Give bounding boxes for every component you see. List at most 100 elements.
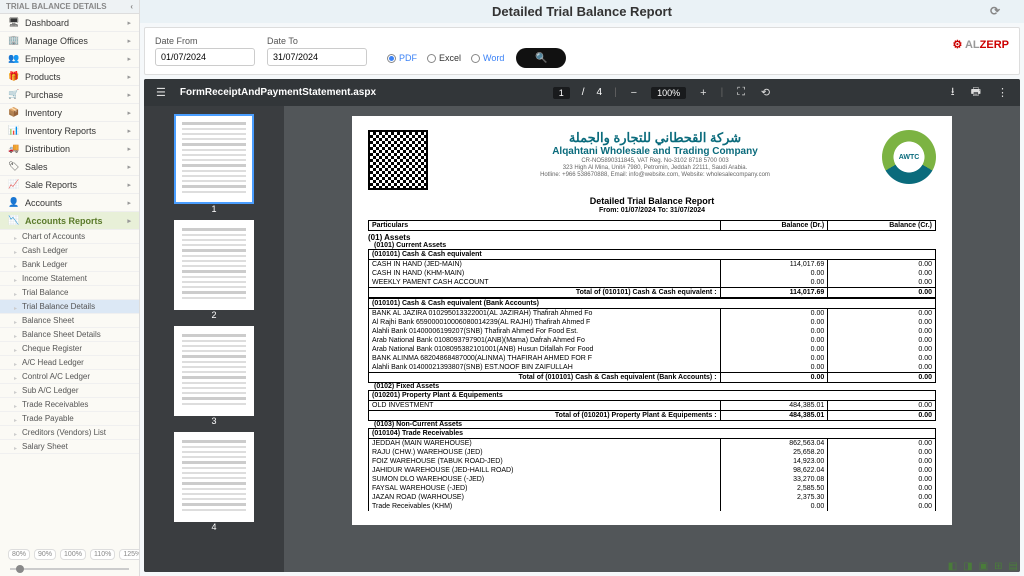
sidebar-sub-trial-balance-details[interactable]: ▸Trial Balance Details [0, 300, 139, 314]
radio-pdf[interactable]: PDF [387, 53, 417, 63]
sidebar-item-accounts[interactable]: 👤Accounts▸ [0, 194, 139, 212]
sidebar-sub-chart-of-accounts[interactable]: ▸Chart of Accounts [0, 230, 139, 244]
chevron-right-icon: ▸ [127, 145, 131, 153]
sidebar-sub-cash-ledger[interactable]: ▸Cash Ledger [0, 244, 139, 258]
sidebar-item-accounts-reports[interactable]: 📉Accounts Reports▸ [0, 212, 139, 230]
table-row: FOIZ WAREHOUSE (TABUK ROAD-JED)14,923.00… [369, 457, 936, 466]
bullet-icon: ▸ [14, 375, 18, 379]
brand-logo: ⚙ ALZERP [952, 38, 1009, 51]
sidebar-sub-trade-receivables[interactable]: ▸Trade Receivables [0, 398, 139, 412]
zoom-preset[interactable]: 80% [8, 549, 30, 560]
chevron-right-icon: ▸ [127, 91, 131, 99]
filter-bar: Date From Date To PDF Excel Word 🔍 ⚙ ALZ… [144, 27, 1020, 75]
thumbnail-label: 2 [174, 310, 254, 320]
table-row: Trade Receivables (KHM)0.000.00 [369, 502, 936, 511]
sidebar-sub-income-statement[interactable]: ▸Income Statement [0, 272, 139, 286]
table-row: JAHIDUR WAREHOUSE (JED-HAILL ROAD)98,622… [369, 466, 936, 475]
sidebar-sub-sub-a-c-ledger[interactable]: ▸Sub A/C Ledger [0, 384, 139, 398]
report-page-1: شركة القحطاني للتجارة والجملة Alqahtani … [352, 116, 952, 525]
status-icons: ◧ ◨ ▣ ⊞ ▤ [948, 561, 1018, 572]
sidebar-item-products[interactable]: 🎁Products▸ [0, 68, 139, 86]
table-row: Arab National Bank 0108093797901(ANB)(Ma… [369, 336, 936, 345]
zoom-level[interactable]: 100% [651, 87, 686, 99]
sidebar-sub-a-c-head-ledger[interactable]: ▸A/C Head Ledger [0, 356, 139, 370]
sidebar-sub-salary-sheet[interactable]: ▸Salary Sheet [0, 440, 139, 454]
status-icon[interactable]: ▤ [1009, 561, 1018, 572]
sidebar-item-inventory-reports[interactable]: 📊Inventory Reports▸ [0, 122, 139, 140]
table-row: JAZAN ROAD (WARHOUSE)2,375.300.00 [369, 493, 936, 502]
refresh-icon[interactable]: ⟳ [990, 4, 1000, 18]
status-icon[interactable]: ◨ [963, 561, 972, 572]
print-icon[interactable]: 🖶 [969, 83, 983, 102]
company-name-ar: شركة القحطاني للتجارة والجملة [440, 130, 870, 146]
thumbnail-1[interactable] [174, 114, 254, 204]
viewer-toolbar: ☰ FormReceiptAndPaymentStatement.aspx 1 … [144, 79, 1020, 106]
stats-icon: 📉 [8, 215, 19, 226]
radio-word[interactable]: Word [471, 53, 504, 63]
sidebar-sub-control-a-c-ledger[interactable]: ▸Control A/C Ledger [0, 370, 139, 384]
status-icon[interactable]: ◧ [948, 561, 957, 572]
sidebar-sub-balance-sheet-details[interactable]: ▸Balance Sheet Details [0, 328, 139, 342]
table-row: WEEKLY PAMENT CASH ACCOUNT0.000.00 [369, 278, 936, 287]
table-row: SUMON DLO WAREHOUSE (-JED)33,270.080.00 [369, 475, 936, 484]
sidebar-sub-bank-ledger[interactable]: ▸Bank Ledger [0, 258, 139, 272]
table-row: Arab National Bank 0108095382101001(ANB)… [369, 345, 936, 354]
bullet-icon: ▸ [14, 291, 18, 295]
tag-icon: 🏷 [8, 161, 19, 172]
document-area[interactable]: شركة القحطاني للتجارة والجملة Alqahtani … [284, 106, 1020, 572]
sidebar-item-manage-offices[interactable]: 🏢Manage Offices▸ [0, 32, 139, 50]
chevron-right-icon: ▸ [127, 55, 131, 63]
zoom-preset[interactable]: 125% [119, 549, 140, 560]
radio-excel[interactable]: Excel [427, 53, 461, 63]
thumbnail-2[interactable] [174, 220, 254, 310]
office-icon: 🏢 [8, 35, 19, 46]
sidebar-item-purchase[interactable]: 🛒Purchase▸ [0, 86, 139, 104]
date-to-input[interactable] [267, 48, 367, 66]
fit-page-icon[interactable]: ⛶ [735, 86, 747, 99]
download-icon[interactable]: ⭳ [949, 83, 957, 102]
table-row: RAJU (CHW.) WAREHOUSE (JED)25,658.200.00 [369, 448, 936, 457]
zoom-out-icon[interactable]: − [629, 87, 639, 99]
zoom-slider[interactable] [10, 568, 129, 570]
more-icon[interactable]: ⋮ [995, 86, 1010, 99]
report-period: From: 01/07/2024 To: 31/07/2024 [368, 207, 936, 214]
date-from-label: Date From [155, 36, 255, 46]
sidebar-sub-balance-sheet[interactable]: ▸Balance Sheet [0, 314, 139, 328]
sidebar-item-distribution[interactable]: 🚚Distribution▸ [0, 140, 139, 158]
sidebar-item-sales[interactable]: 🏷Sales▸ [0, 158, 139, 176]
bullet-icon: ▸ [14, 445, 18, 449]
thumbnail-panel: 1234 [144, 106, 284, 572]
thumbnail-3[interactable] [174, 326, 254, 416]
status-icon[interactable]: ▣ [979, 561, 988, 572]
chevron-right-icon: ▸ [127, 217, 131, 225]
sidebar-item-dashboard[interactable]: 🖥Dashboard▸ [0, 14, 139, 32]
zoom-preset[interactable]: 90% [34, 549, 56, 560]
thumbnail-4[interactable] [174, 432, 254, 522]
table-row: CASH IN HAND (KHM-MAIN)0.000.00 [369, 269, 936, 278]
sidebar-collapse-icon[interactable]: ‹ [130, 2, 133, 11]
sidebar-sub-trial-balance[interactable]: ▸Trial Balance [0, 286, 139, 300]
report-icon: 📈 [8, 179, 19, 190]
sidebar-sub-cheque-register[interactable]: ▸Cheque Register [0, 342, 139, 356]
bullet-icon: ▸ [14, 333, 18, 337]
sidebar-item-inventory[interactable]: 📦Inventory▸ [0, 104, 139, 122]
sidebar-sub-trade-payable[interactable]: ▸Trade Payable [0, 412, 139, 426]
zoom-in-icon[interactable]: + [698, 87, 708, 99]
bullet-icon: ▸ [14, 403, 18, 407]
date-from-input[interactable] [155, 48, 255, 66]
chevron-right-icon: ▸ [127, 163, 131, 171]
search-button[interactable]: 🔍 [516, 48, 566, 68]
gear-icon: ⚙ [952, 39, 962, 51]
sidebar-sub-creditors-vendors-list[interactable]: ▸Creditors (Vendors) List [0, 426, 139, 440]
sidebar-title: TRIAL BALANCE DETAILS [6, 2, 107, 11]
chevron-right-icon: ▸ [127, 73, 131, 81]
menu-icon[interactable]: ☰ [154, 86, 168, 99]
table-row: Alahli Bank 01400006199207(SNB) Thafirah… [369, 327, 936, 336]
zoom-preset[interactable]: 110% [90, 549, 115, 560]
status-icon[interactable]: ⊞ [994, 561, 1002, 572]
sidebar-header: TRIAL BALANCE DETAILS ‹ [0, 0, 139, 14]
sidebar-item-employee[interactable]: 👥Employee▸ [0, 50, 139, 68]
zoom-preset[interactable]: 100% [60, 549, 86, 560]
sidebar-item-sale-reports[interactable]: 📈Sale Reports▸ [0, 176, 139, 194]
rotate-icon[interactable]: ⟲ [759, 86, 772, 99]
